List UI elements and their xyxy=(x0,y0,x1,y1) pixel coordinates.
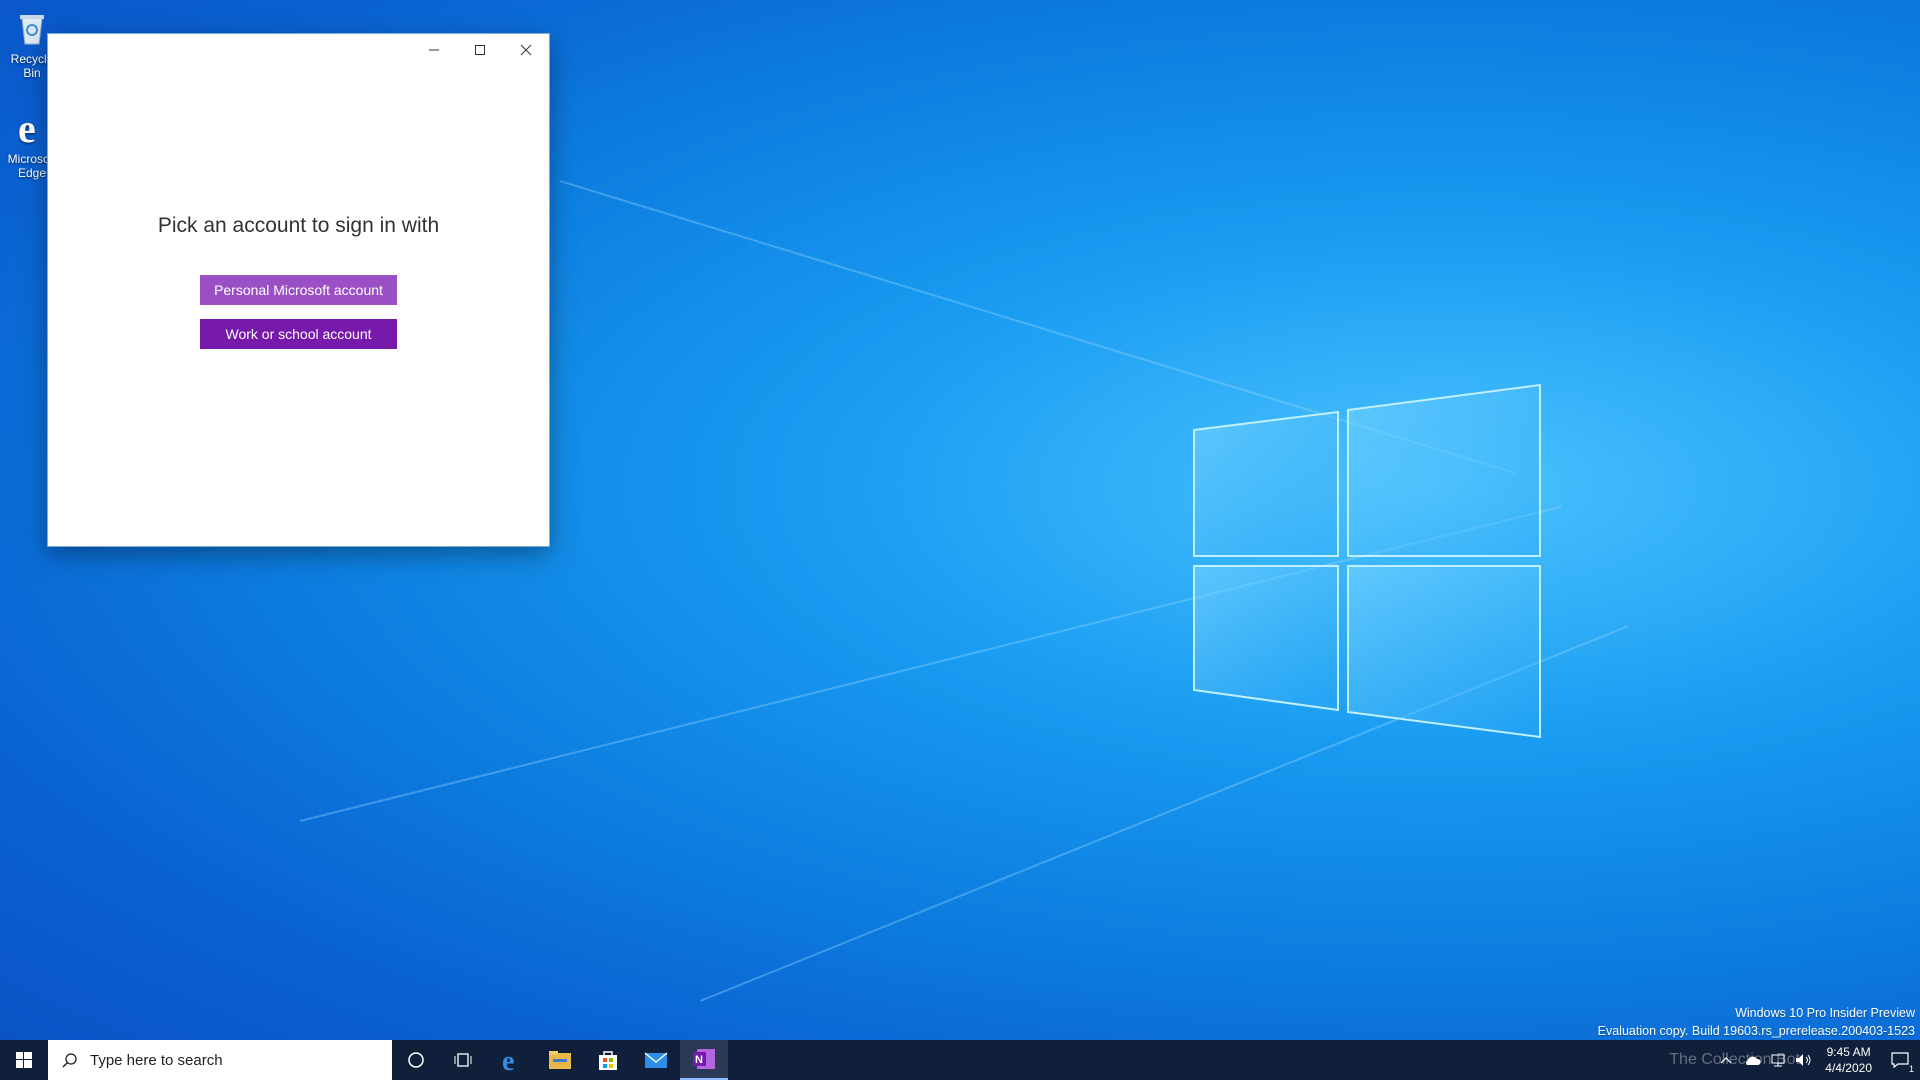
edge-taskbar-button[interactable]: e xyxy=(488,1040,536,1080)
svg-text:N: N xyxy=(695,1054,703,1066)
search-placeholder: Type here to search xyxy=(90,1051,223,1069)
clock[interactable]: 9:45 AM 4/4/2020 xyxy=(1817,1044,1880,1076)
close-icon xyxy=(520,44,532,56)
file-explorer-button[interactable] xyxy=(536,1040,584,1080)
task-view-icon xyxy=(454,1053,472,1067)
system-tray: 9:45 AM 4/4/2020 1 xyxy=(1713,1040,1920,1080)
network-icon xyxy=(1771,1054,1785,1067)
taskbar: Type here to search e N The Collection B… xyxy=(0,1040,1920,1080)
maximize-icon xyxy=(475,45,485,55)
sign-in-window: Pick an account to sign in with Personal… xyxy=(47,33,550,547)
windows-start-icon xyxy=(16,1052,32,1068)
recycle-bin-icon xyxy=(12,8,52,48)
work-account-button[interactable]: Work or school account xyxy=(200,319,397,349)
watermark-build: Evaluation copy. Build 19603.rs_prerelea… xyxy=(1597,1024,1915,1038)
clock-date: 4/4/2020 xyxy=(1825,1061,1872,1075)
minimize-icon xyxy=(429,49,439,51)
notification-count: 1 xyxy=(1908,1064,1914,1074)
action-center-button[interactable]: 1 xyxy=(1880,1040,1920,1080)
task-view-button[interactable] xyxy=(440,1040,488,1080)
svg-text:e: e xyxy=(502,1048,514,1072)
svg-text:e: e xyxy=(18,108,36,148)
build-watermark: Windows 10 Pro Insider Preview Evaluatio… xyxy=(1598,1004,1915,1040)
dialog-title: Pick an account to sign in with xyxy=(157,214,440,237)
watermark-edition: Windows 10 Pro Insider Preview xyxy=(1735,1006,1915,1020)
network-button[interactable] xyxy=(1765,1040,1791,1080)
cortana-icon xyxy=(408,1052,424,1068)
clock-time: 9:45 AM xyxy=(1826,1045,1871,1059)
edge-icon: e xyxy=(502,1048,514,1072)
show-hidden-icons-button[interactable] xyxy=(1713,1040,1739,1080)
volume-button[interactable] xyxy=(1791,1040,1817,1080)
edge-icon: e xyxy=(12,106,52,151)
title-bar[interactable] xyxy=(48,34,549,66)
personal-account-button[interactable]: Personal Microsoft account xyxy=(200,275,397,305)
file-explorer-icon xyxy=(549,1051,571,1069)
onenote-icon: N xyxy=(693,1049,715,1069)
search-box[interactable]: Type here to search xyxy=(48,1040,392,1080)
mail-icon xyxy=(644,1052,668,1068)
desktop: Recycle Bin e Microsoft Edge Pick an acc… xyxy=(0,0,1920,1040)
store-icon xyxy=(599,1051,617,1070)
cloud-icon xyxy=(1746,1056,1761,1065)
start-button[interactable] xyxy=(0,1040,48,1080)
onenote-button[interactable]: N xyxy=(680,1040,728,1080)
close-button[interactable] xyxy=(503,34,549,66)
onedrive-button[interactable] xyxy=(1739,1040,1765,1080)
minimize-button[interactable] xyxy=(411,34,457,66)
chevron-up-icon xyxy=(1720,1057,1732,1064)
mail-button[interactable] xyxy=(632,1040,680,1080)
maximize-button[interactable] xyxy=(457,34,503,66)
volume-icon xyxy=(1796,1054,1811,1066)
notification-icon xyxy=(1891,1052,1909,1069)
windows-logo xyxy=(1193,383,1541,739)
store-button[interactable] xyxy=(584,1040,632,1080)
search-icon xyxy=(62,1053,77,1068)
cortana-button[interactable] xyxy=(392,1040,440,1080)
